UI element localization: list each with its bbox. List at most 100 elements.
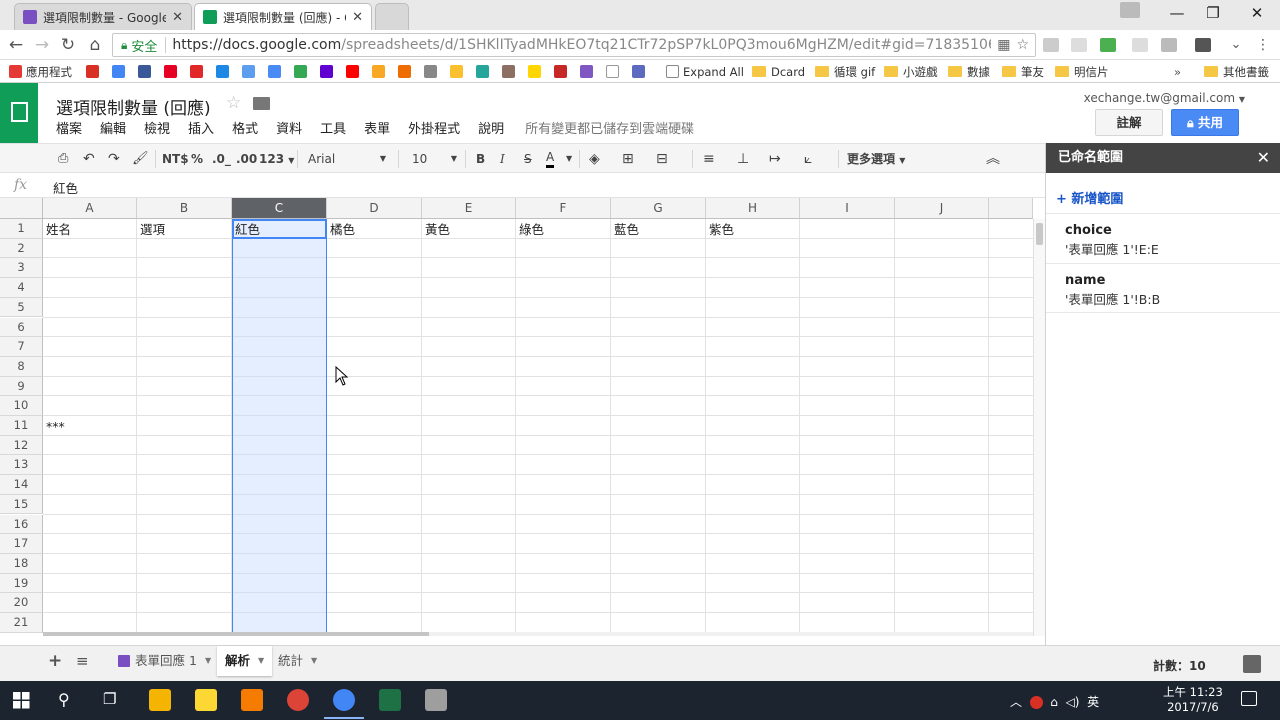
new-tab-button[interactable] (375, 3, 409, 30)
redo-icon[interactable]: ↷ (108, 150, 120, 168)
input-language-indicator[interactable]: 英 (1087, 695, 1099, 709)
row-header-20[interactable]: 20 (0, 593, 43, 613)
chrome-icon[interactable] (287, 689, 309, 711)
cell-a11[interactable]: *** (46, 417, 65, 436)
column-header-d[interactable]: D (327, 198, 422, 219)
bookmark-e[interactable] (580, 63, 597, 80)
bookmark-s[interactable] (372, 63, 389, 80)
restore-button[interactable]: ❐ (1190, 0, 1236, 26)
text-wrap-icon[interactable]: ↦ (769, 150, 781, 168)
extension-icon[interactable] (1071, 38, 1087, 52)
currency-format-button[interactable]: NT$ (162, 150, 189, 168)
percent-format-button[interactable]: % (191, 150, 203, 168)
row-header-8[interactable]: 8 (0, 356, 43, 377)
menu-tools[interactable]: 工具 (320, 118, 346, 137)
bookmark-m[interactable] (476, 63, 493, 80)
bookmark-folder-gif[interactable]: 循環 gif (815, 63, 875, 80)
fill-color-icon[interactable]: ◈ (589, 150, 600, 168)
named-range-item[interactable]: choice '表單回應 1'!E:E (1046, 213, 1280, 263)
sheet-tab-analysis[interactable]: 解析 ▼ (217, 646, 273, 676)
task-view-icon[interactable]: ❐ (103, 690, 116, 708)
bookmark-folder-postcards[interactable]: 明信片 (1055, 63, 1109, 80)
horizontal-scrollbar[interactable] (43, 632, 1033, 636)
sheet-tab-form-responses[interactable]: 表單回應 1 ▼ (110, 646, 219, 676)
cell-e1[interactable]: 黃色 (425, 220, 450, 239)
chevron-down-icon[interactable]: ▼ (566, 150, 572, 168)
borders-icon[interactable]: ⊞ (622, 150, 634, 168)
menu-view[interactable]: 檢視 (144, 118, 170, 137)
document-title[interactable]: 選項限制數量 (回應) (56, 94, 211, 119)
cell-h1[interactable]: 紫色 (709, 220, 734, 239)
merge-cells-icon[interactable]: ⊟ (656, 150, 668, 168)
bookmark-star-icon[interactable]: ☆ (1016, 37, 1029, 53)
bookmark-expand-all[interactable]: Expand All (666, 63, 744, 80)
text-color-button[interactable]: A (546, 150, 555, 168)
browser-tab-sheets[interactable]: 選項限制數量 (回應) - Go ✕ (194, 3, 372, 30)
browser-tab-forms[interactable]: 選項限制數量 - Google ✕ (14, 3, 192, 30)
reload-icon[interactable]: ↻ (57, 34, 79, 56)
home-icon[interactable]: ⌂ (84, 34, 106, 56)
cell-c1[interactable]: 紅色 (235, 220, 260, 239)
bookmark-youtube[interactable] (346, 63, 363, 80)
increase-decimal-button[interactable]: .00 (236, 150, 257, 168)
bookmark-folder-dcard[interactable]: Dcard (752, 63, 805, 80)
column-header-a[interactable]: A (43, 198, 137, 219)
formula-input[interactable]: 紅色 (53, 178, 78, 197)
bookmark-o[interactable] (398, 63, 415, 80)
add-range-link[interactable]: + 新增範圍 (1056, 188, 1123, 207)
account-email[interactable]: xechange.tw@gmail.com ▼ (1084, 91, 1245, 105)
column-header-f[interactable]: F (516, 198, 611, 219)
bookmark-facebook[interactable] (138, 63, 155, 80)
column-header-b[interactable]: B (137, 198, 232, 219)
bookmark-bird[interactable] (424, 63, 441, 80)
close-window-button[interactable]: ✕ (1234, 0, 1280, 26)
extension-icon[interactable] (1132, 38, 1148, 52)
clock[interactable]: 上午 11:23 2017/7/6 (1163, 685, 1223, 715)
media-player-icon[interactable] (241, 689, 263, 711)
bookmark-folder-data[interactable]: 數據 (948, 63, 990, 80)
bookmark-yellow[interactable] (528, 63, 545, 80)
column-header-e[interactable]: E (422, 198, 516, 219)
bookmark-translate[interactable] (268, 63, 285, 80)
bookmark-yahoo[interactable] (320, 63, 337, 80)
strikethrough-button[interactable]: S (524, 150, 532, 168)
number-format-dropdown[interactable]: 123 ▼ (259, 150, 294, 168)
bookmark-folder-games[interactable]: 小遊戲 (884, 63, 938, 80)
search-icon[interactable]: ⚲ (58, 690, 70, 709)
bookmark-mail[interactable] (242, 63, 259, 80)
bookmark-folder-other[interactable]: 其他書籤 (1204, 63, 1269, 80)
profile-icon[interactable] (1120, 2, 1140, 18)
column-header-h[interactable]: H (706, 198, 800, 219)
bookmark-star[interactable] (632, 63, 649, 80)
bookmarks-overflow-icon[interactable]: » (1174, 63, 1181, 80)
scroll-thumb[interactable] (1036, 223, 1043, 245)
selection-count[interactable]: 計數：10 (1153, 657, 1206, 674)
row-header-7[interactable]: 7 (0, 337, 43, 357)
close-tab-icon[interactable]: ✕ (172, 10, 183, 25)
column-header-partial[interactable] (989, 198, 1033, 219)
back-arrow-icon[interactable]: ← (5, 34, 27, 56)
menu-addons[interactable]: 外掛程式 (408, 118, 460, 137)
app-icon[interactable] (425, 689, 447, 711)
row-header-1[interactable]: 1 (0, 219, 43, 239)
speaker-icon[interactable]: ◁) (1066, 695, 1080, 709)
row-header-17[interactable]: 17 (0, 534, 43, 554)
decrease-decimal-button[interactable]: .0_ (212, 150, 231, 168)
font-size-dropdown[interactable]: 10 ▼ (412, 150, 457, 168)
cell-a1[interactable]: 姓名 (46, 220, 71, 239)
chevron-up-icon[interactable]: ︿ (1010, 695, 1022, 709)
bold-button[interactable]: B (476, 150, 485, 168)
cell-b1[interactable]: 選項 (140, 220, 165, 239)
sheet-tab-stats[interactable]: 統計 ▼ (270, 646, 325, 676)
extension-icon[interactable] (1161, 38, 1177, 52)
column-header-c[interactable]: C (232, 198, 327, 219)
bookmark-w[interactable] (606, 63, 623, 80)
scroll-thumb[interactable] (43, 632, 429, 636)
row-header-11[interactable]: 11 (0, 416, 43, 436)
bookmark-c[interactable] (554, 63, 571, 80)
speaker-icon[interactable] (1195, 38, 1211, 52)
row-header-6[interactable]: 6 (0, 317, 43, 338)
print-icon[interactable]: ⎙ (58, 150, 68, 168)
close-icon[interactable]: ✕ (1257, 143, 1270, 173)
row-header-18[interactable]: 18 (0, 553, 43, 574)
